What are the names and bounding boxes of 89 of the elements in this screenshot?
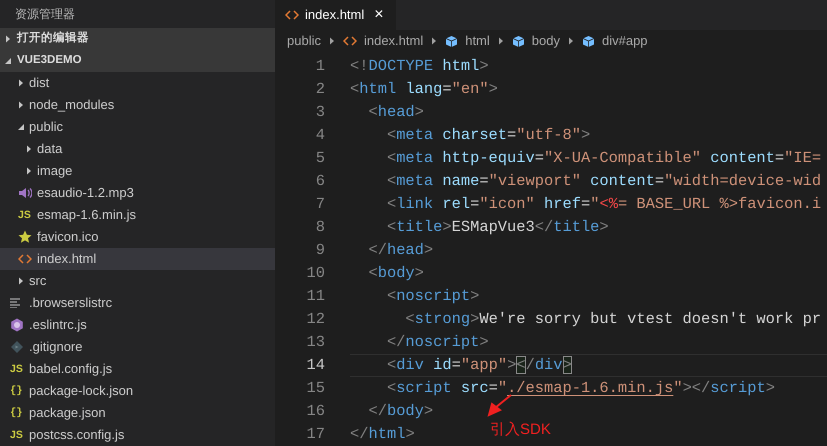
line-number: 9 <box>314 240 325 261</box>
folder-item[interactable]: image <box>0 160 275 182</box>
code-line: <script src="./esmap-1.6.min.js"></script> <box>386 378 775 399</box>
folder-item[interactable]: public <box>0 116 275 138</box>
folder-item[interactable]: src <box>0 270 275 292</box>
speaker-icon <box>18 187 32 199</box>
braces-icon: {} <box>10 385 23 397</box>
line-number: 12 <box>306 309 325 330</box>
code-line: <title>ESMapVue3</title> <box>386 217 609 238</box>
code-line: <strong>We're sorry but vtest doesn't work pr <box>404 309 822 330</box>
js-file-icon: JS <box>18 209 31 221</box>
line-number: 10 <box>306 263 325 284</box>
caret-right-icon <box>17 101 25 109</box>
code-line: </body> <box>367 401 434 422</box>
caret-down-icon <box>17 123 25 131</box>
annotation-text: 引入SDK <box>490 420 551 440</box>
code-line: <meta name="viewport" content="width=device-wid <box>386 171 822 192</box>
line-number: 2 <box>314 79 325 100</box>
breadcrumb-item[interactable]: public <box>287 31 321 51</box>
caret-down-icon <box>4 57 12 65</box>
code-line: </head> <box>367 240 434 261</box>
code-line: <html lang="en"> <box>350 79 498 100</box>
line-number: 16 <box>306 401 325 422</box>
line-number: 8 <box>314 217 325 238</box>
chevron-right-icon <box>328 37 335 45</box>
file-item[interactable]: .gitignore <box>0 336 275 358</box>
caret-right-icon <box>25 167 33 175</box>
line-number: 6 <box>314 171 325 192</box>
breadcrumb-item[interactable]: div#app <box>582 31 648 51</box>
caret-right-icon <box>25 145 33 153</box>
cube-icon <box>582 34 595 48</box>
text-lines-icon <box>10 298 22 308</box>
hexagon-icon <box>10 318 24 332</box>
code-line: <meta http-equiv="X-UA-Compatible" content="IE= <box>386 148 822 169</box>
code-line: </noscript> <box>386 332 489 353</box>
file-item[interactable]: JS postcss.config.js <box>0 424 275 446</box>
code-brackets-icon <box>285 10 299 20</box>
cube-icon <box>512 34 525 48</box>
file-item[interactable]: JS babel.config.js <box>0 358 275 380</box>
js-file-icon: JS <box>10 363 23 375</box>
folder-item[interactable]: data <box>0 138 275 160</box>
breadcrumb-item[interactable]: html <box>445 31 490 51</box>
code-brackets-icon <box>18 254 32 264</box>
file-item[interactable]: JS esmap-1.6.min.js <box>0 204 275 226</box>
line-number: 4 <box>314 125 325 146</box>
line-number: 3 <box>314 102 325 123</box>
section-header[interactable]: VUE3DEMO <box>0 50 275 72</box>
chevron-right-icon <box>568 37 574 45</box>
breadcrumb-item[interactable]: index.html <box>342 31 424 51</box>
line-number: 7 <box>314 194 325 215</box>
code-line: </html> <box>350 424 415 445</box>
file-item[interactable]: {} package-lock.json <box>0 380 275 402</box>
folder-item[interactable]: node_modules <box>0 94 275 116</box>
star-icon <box>18 230 32 244</box>
chevron-right-icon <box>498 37 504 45</box>
file-item[interactable]: favicon.ico <box>0 226 275 248</box>
caret-right-icon <box>17 277 25 285</box>
chevron-right-icon <box>431 37 438 45</box>
line-number: 13 <box>306 332 325 353</box>
breadcrumb-item[interactable]: body <box>512 31 560 51</box>
braces-icon: {} <box>10 407 23 419</box>
cube-icon <box>445 34 458 48</box>
js-file-icon: JS <box>10 429 23 441</box>
line-number: 1 <box>314 56 325 77</box>
line-number: 11 <box>306 286 325 307</box>
file-item[interactable]: .browserslistrc <box>0 292 275 314</box>
line-number: 5 <box>314 148 325 169</box>
section-header[interactable]: 打开的编辑器 <box>0 28 275 50</box>
caret-right-icon <box>17 79 25 87</box>
file-item[interactable]: {} package.json <box>0 402 275 424</box>
close-button[interactable]: × <box>374 3 384 27</box>
folder-item[interactable]: dist <box>0 72 275 94</box>
code-line: <!DOCTYPE html> <box>350 56 489 77</box>
code-line: <body> <box>367 263 424 284</box>
diamond-icon <box>10 340 24 354</box>
editor-tab[interactable]: index.html × <box>275 0 396 30</box>
file-item[interactable]: index.html <box>0 248 275 270</box>
code-line: <link rel="icon" href="<%= BASE_URL %>favicon.i <box>386 194 822 215</box>
caret-right-icon <box>4 35 12 43</box>
line-number: 17 <box>306 424 325 445</box>
line-number: 15 <box>306 378 325 399</box>
file-item[interactable]: esaudio-1.2.mp3 <box>0 182 275 204</box>
code-brackets-icon <box>342 36 357 46</box>
code-line: <noscript> <box>386 286 480 307</box>
code-line: <meta charset="utf-8"> <box>386 125 590 146</box>
panel-title: 资源管理器 <box>14 6 76 23</box>
file-item[interactable]: .eslintrc.js <box>0 314 275 336</box>
line-number: 14 <box>306 355 325 376</box>
code-line: <head> <box>367 102 424 123</box>
